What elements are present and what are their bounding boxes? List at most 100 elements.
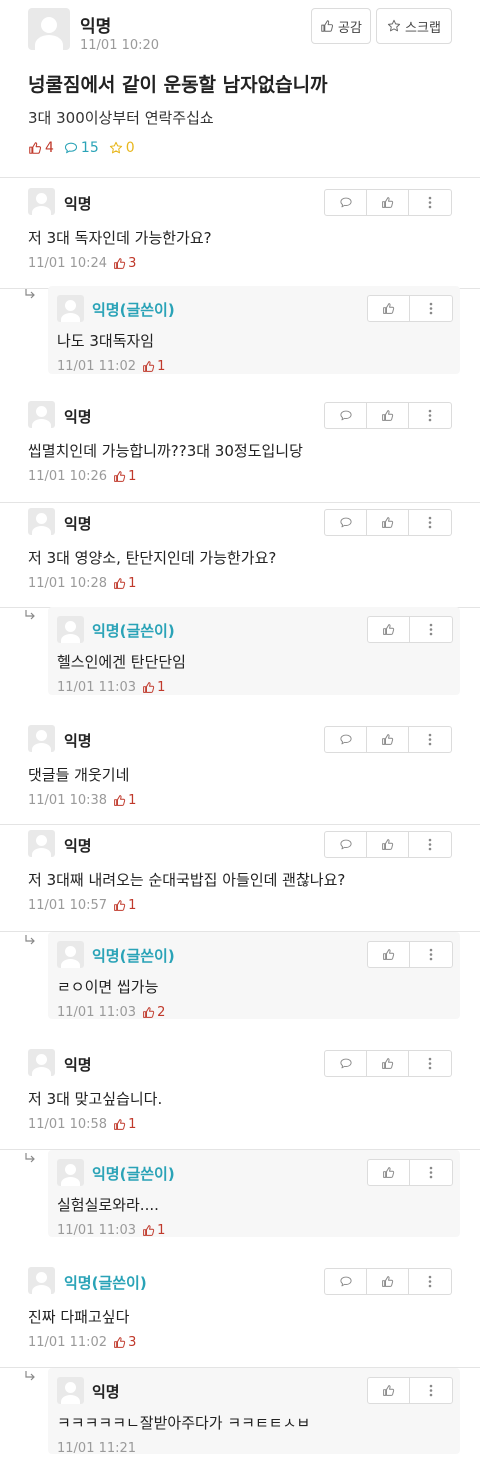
comment: 익명 댓글들 개웃기네 11/01 10:38 1: [0, 720, 480, 825]
commenter-avatar: [28, 401, 55, 428]
more-button[interactable]: [409, 1051, 451, 1076]
comment-like-button[interactable]: [368, 942, 410, 967]
thumbs-up-icon: [381, 196, 394, 209]
comment-meta: 11/01 11:03 1: [57, 680, 165, 695]
comment-meta: 11/01 10:57 1: [28, 898, 136, 913]
reply: 익명(글쓴이) 나도 3대독자임 11/01 11:02 1: [48, 286, 460, 374]
more-button[interactable]: [409, 403, 451, 428]
star-icon: [109, 141, 123, 155]
comment-time: 11/01 11:03: [57, 1005, 137, 1020]
speech-bubble-icon: [339, 409, 353, 422]
comment-meta: 11/01 11:21: [57, 1441, 136, 1456]
more-button[interactable]: [410, 617, 452, 642]
more-button[interactable]: [409, 1269, 451, 1294]
more-vertical-icon: [429, 623, 433, 636]
comment-like-count: 1: [113, 793, 136, 808]
comment-time: 11/01 11:03: [57, 1223, 137, 1238]
more-button[interactable]: [410, 1160, 452, 1185]
comment-author: 익명: [64, 195, 92, 213]
more-button[interactable]: [409, 727, 451, 752]
comment-like-button[interactable]: [367, 510, 409, 535]
more-button[interactable]: [409, 510, 451, 535]
comment-author: 익명: [64, 1056, 92, 1074]
comment-author: 익명(글쓴이): [92, 301, 175, 319]
reply-arrow-icon: [24, 934, 36, 950]
reply: 익명(글쓴이) 헬스인에겐 탄단단임 11/01 11:03 1: [48, 607, 460, 695]
speech-bubble-icon: [339, 838, 353, 851]
thumbs-up-icon: [142, 1224, 155, 1237]
thumbs-up-icon: [320, 19, 334, 33]
comment-like-count: 1: [142, 680, 165, 695]
comment-like-button[interactable]: [368, 296, 410, 321]
commenter-avatar: [28, 188, 55, 215]
reply-button[interactable]: [325, 1051, 367, 1076]
post-body: 3대 300이상부터 연락주십쇼: [28, 109, 214, 127]
comment-like-button[interactable]: [367, 1051, 409, 1076]
comment-like-button[interactable]: [368, 617, 410, 642]
comment-actions: [324, 1268, 452, 1295]
more-vertical-icon: [428, 1057, 432, 1070]
comment-like-button[interactable]: [367, 1269, 409, 1294]
reply-button[interactable]: [325, 1269, 367, 1294]
reply: 익명(글쓴이) ㄹㅇ이면 씹가능 11/01 11:03 2: [48, 932, 460, 1020]
thumbs-up-icon: [382, 302, 395, 315]
more-button[interactable]: [410, 296, 452, 321]
comment-like-button[interactable]: [367, 727, 409, 752]
comment-like-button[interactable]: [367, 832, 409, 857]
thumbs-up-icon: [381, 516, 394, 529]
reply-button[interactable]: [325, 190, 367, 215]
thumbs-up-icon: [142, 360, 155, 373]
reply-button[interactable]: [325, 510, 367, 535]
comment-like-count: 1: [142, 359, 165, 374]
comment-time: 11/01 10:38: [28, 793, 108, 808]
commenter-avatar: [28, 508, 55, 535]
like-button[interactable]: 공감: [311, 8, 371, 44]
reply-button[interactable]: [325, 403, 367, 428]
comment-author: 익명(글쓴이): [92, 622, 175, 640]
thumbs-up-icon: [142, 1006, 155, 1019]
thumbs-up-icon: [382, 1384, 395, 1397]
reply-arrow-icon: [24, 1370, 36, 1386]
thumbs-up-icon: [382, 623, 395, 636]
more-button[interactable]: [410, 942, 452, 967]
comment-actions: [367, 1377, 453, 1404]
more-vertical-icon: [428, 196, 432, 209]
more-vertical-icon: [428, 838, 432, 851]
comment-like-count: 2: [142, 1005, 165, 1020]
thumbs-up-icon: [381, 1057, 394, 1070]
more-vertical-icon: [429, 948, 433, 961]
comment-meta: 11/01 10:24 3: [28, 256, 136, 271]
reply: 익명(글쓴이) 실험실로와라.... 11/01 11:03 1: [48, 1150, 460, 1238]
comment-time: 11/01 11:03: [57, 680, 137, 695]
more-vertical-icon: [428, 733, 432, 746]
comment-text: 저 3대 영양소, 탄단지인데 가능한가요?: [28, 549, 277, 567]
more-button[interactable]: [409, 832, 451, 857]
reply-button[interactable]: [325, 727, 367, 752]
reply-button[interactable]: [325, 832, 367, 857]
scrap-button[interactable]: 스크랩: [376, 8, 452, 44]
comment-text: 저 3대 맞고싶습니다.: [28, 1090, 163, 1108]
comment-time: 11/01 11:02: [28, 1335, 108, 1350]
comment-author: 익명(글쓴이): [64, 1274, 147, 1292]
author-avatar: [28, 8, 70, 50]
comment-like-button[interactable]: [367, 190, 409, 215]
comment-time: 11/01 10:58: [28, 1117, 108, 1132]
thumbs-up-icon: [28, 141, 42, 155]
speech-bubble-icon: [64, 141, 78, 155]
commenter-avatar: [57, 616, 84, 643]
like-count: 4: [28, 140, 54, 156]
comment-meta: 11/01 11:03 2: [57, 1005, 165, 1020]
comment-like-button[interactable]: [368, 1160, 410, 1185]
star-icon: [387, 19, 401, 33]
comment-meta: 11/01 10:26 1: [28, 469, 136, 484]
comment-text: 댓글들 개웃기네: [28, 766, 130, 784]
comment-author: 익명: [64, 837, 92, 855]
more-button[interactable]: [410, 1378, 452, 1403]
comment-like-button[interactable]: [367, 403, 409, 428]
more-button[interactable]: [409, 190, 451, 215]
reply-arrow-icon: [24, 609, 36, 625]
comment-text: ㅋㅋㅋㅋㅋㄴ잘받아주다가 ㅋㅋㅌㅌㅅㅂ: [57, 1414, 311, 1432]
speech-bubble-icon: [339, 516, 353, 529]
comment-like-button[interactable]: [368, 1378, 410, 1403]
scrap-button-label: 스크랩: [405, 20, 441, 36]
